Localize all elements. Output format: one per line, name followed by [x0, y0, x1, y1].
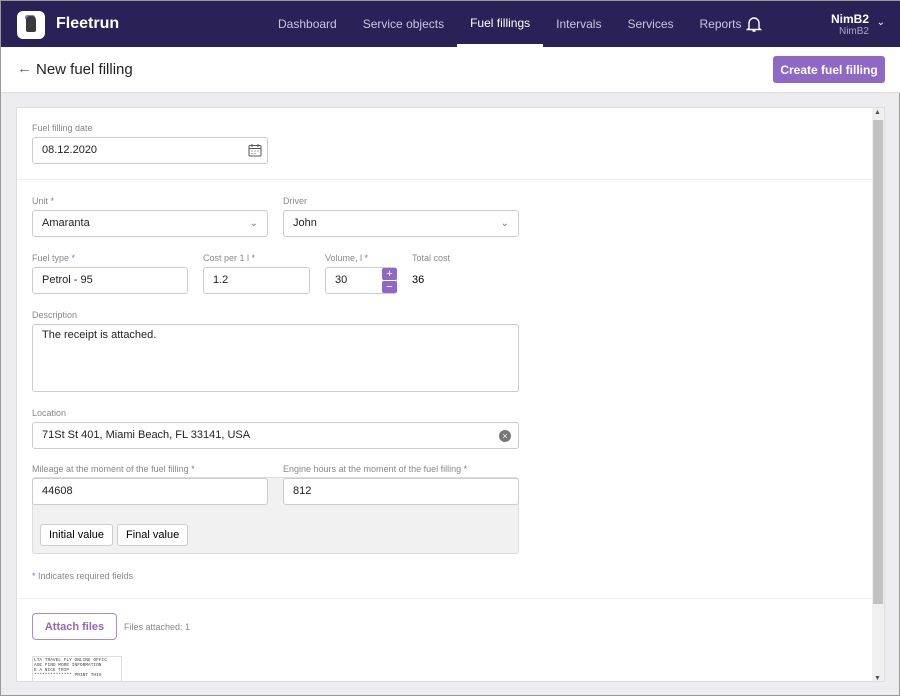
cost-input[interactable]: 1.2 — [203, 267, 310, 294]
unit-label: Unit * — [32, 196, 55, 206]
calendar-icon[interactable] — [248, 143, 262, 157]
unit-select[interactable]: Amaranta ⌄ — [32, 210, 268, 237]
volume-label: Volume, l * — [325, 253, 369, 263]
chevron-down-icon: ⌄ — [249, 218, 258, 229]
driver-value: John — [293, 217, 317, 229]
app-logo[interactable] — [17, 11, 45, 39]
engine-hours-label: Engine hours at the moment of the fuel f… — [283, 464, 468, 474]
bell-icon[interactable] — [746, 15, 762, 33]
unit-value: Amaranta — [42, 217, 90, 229]
chevron-down-icon[interactable]: ⌄ — [877, 17, 885, 28]
engine-hours-input[interactable]: 812 — [283, 478, 519, 505]
fuel-filling-form: Fuel filling date 08.12.2020 Unit * Amar… — [16, 107, 885, 682]
back-arrow-icon[interactable]: ← — [17, 60, 32, 77]
main-nav: Dashboard Service objects Fuel fillings … — [265, 1, 755, 47]
user-account: NimB2 — [838, 26, 869, 37]
initial-value-button[interactable]: Initial value — [40, 524, 114, 546]
location-input[interactable]: 71St St 401, Miami Beach, FL 33141, USA … — [32, 422, 519, 449]
date-label: Fuel filling date — [32, 123, 93, 133]
fuel-type-label: Fuel type * — [32, 253, 76, 263]
total-cost-value: 36 — [412, 274, 425, 286]
nav-services[interactable]: Services — [614, 1, 686, 47]
app-name: Fleetrun — [56, 15, 120, 32]
user-menu[interactable]: NimB2 NimB2 — [831, 12, 869, 37]
files-attached-count: Files attached: 1 — [124, 622, 191, 632]
date-input[interactable]: 08.12.2020 — [32, 137, 268, 164]
fuel-type-input[interactable]: Petrol - 95 — [32, 267, 188, 294]
description-textarea[interactable]: The receipt is attached. — [32, 324, 519, 392]
location-label: Location — [32, 408, 67, 418]
receipt-thumbnail[interactable]: LTA TRAVEL FLY ONLINE OFFIC ASE FIND MOR… — [32, 656, 122, 681]
decrement-button[interactable]: − — [382, 281, 397, 293]
required-note: * Indicates required fields — [32, 571, 134, 581]
create-fuel-filling-button[interactable]: Create fuel filling — [773, 56, 885, 83]
nav-dashboard[interactable]: Dashboard — [265, 1, 350, 47]
nav-service-objects[interactable]: Service objects — [350, 1, 457, 47]
cost-label: Cost per 1 l * — [203, 253, 256, 263]
page-header: ← New fuel filling Create fuel filling — [1, 47, 900, 93]
final-value-button[interactable]: Final value — [117, 524, 189, 546]
page-title: New fuel filling — [36, 61, 133, 78]
scrollbar[interactable]: ▲ ▼ — [872, 108, 884, 681]
attach-files-button[interactable]: Attach files — [32, 613, 117, 640]
mileage-label: Mileage at the moment of the fuel fillin… — [32, 464, 195, 474]
description-label: Description — [32, 310, 78, 320]
chevron-down-icon: ⌄ — [500, 218, 509, 229]
date-value: 08.12.2020 — [42, 144, 98, 156]
total-cost-label: Total cost — [412, 253, 451, 263]
nav-fuel-fillings[interactable]: Fuel fillings — [457, 1, 544, 47]
increment-button[interactable]: + — [382, 268, 397, 280]
location-value: 71St St 401, Miami Beach, FL 33141, USA — [42, 429, 251, 441]
top-navbar: Fleetrun Dashboard Service objects Fuel … — [1, 1, 900, 47]
clear-icon[interactable]: × — [499, 430, 511, 442]
mileage-input[interactable]: 44608 — [32, 478, 268, 505]
user-name: NimB2 — [830, 12, 869, 26]
driver-select[interactable]: John ⌄ — [283, 210, 519, 237]
driver-label: Driver — [283, 196, 307, 206]
nav-reports[interactable]: Reports — [687, 1, 755, 47]
nav-intervals[interactable]: Intervals — [543, 1, 614, 47]
